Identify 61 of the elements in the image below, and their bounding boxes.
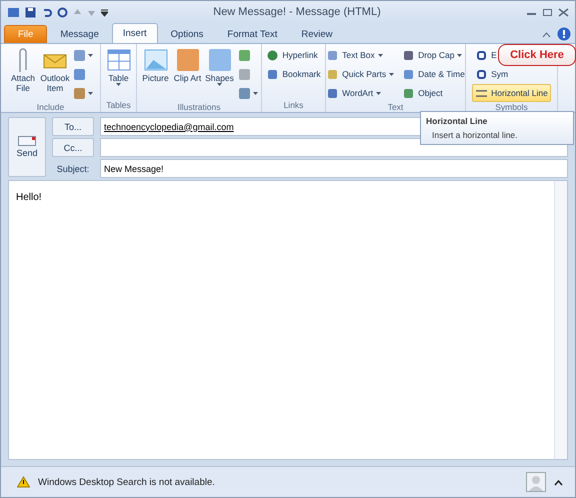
ribbon-tab[interactable]: Message: [49, 25, 110, 43]
group-label: Text: [388, 102, 404, 112]
ribbon-button[interactable]: Sym: [472, 65, 512, 83]
customize-icon[interactable]: [101, 8, 108, 16]
caret-icon: [88, 92, 93, 94]
scrollbar[interactable]: [554, 181, 567, 459]
ribbon-button[interactable]: Object: [399, 84, 446, 102]
ribbon-tab[interactable]: Format Text: [216, 25, 288, 43]
send-button[interactable]: Send: [8, 117, 46, 177]
caret-icon: [376, 92, 382, 94]
expand-icon[interactable]: [554, 478, 563, 486]
caret-icon: [252, 92, 258, 94]
close-icon[interactable]: [558, 8, 569, 16]
ribbon-button[interactable]: E: [472, 46, 500, 64]
field-label: Subject:: [56, 162, 90, 176]
ribbon-tab[interactable]: Review: [290, 25, 344, 43]
address-button[interactable]: Cc...: [52, 138, 94, 157]
group-label: Links: [284, 100, 304, 112]
warning-icon: [17, 476, 30, 488]
ribbon-button[interactable]: Hyperlink: [263, 46, 321, 64]
group-label: Tables: [106, 100, 131, 112]
caret-icon: [217, 83, 222, 86]
caret-icon: [116, 83, 121, 86]
tooltip-title: Horizontal Line: [426, 116, 488, 126]
envelope-icon: [18, 136, 36, 146]
picture-icon: [142, 47, 168, 73]
ribbon-button[interactable]: Quick Parts: [323, 65, 398, 83]
ribbon-button[interactable]: Picture: [140, 46, 170, 83]
ribbon-button[interactable]: Text Box: [323, 46, 386, 64]
message-text: Hello!: [15, 191, 43, 205]
ribbon-button[interactable]: Attach File: [8, 46, 38, 93]
ribbon-button[interactable]: Horizontal Line: [472, 84, 551, 102]
input-field[interactable]: New Message!: [100, 159, 568, 178]
restore-icon[interactable]: [542, 8, 553, 16]
group-label: Symbols: [495, 102, 528, 112]
ribbon-button[interactable]: Date & Time: [399, 65, 468, 83]
person-icon: [526, 472, 546, 492]
window-title: New Message! - Message (HTML): [212, 6, 382, 18]
ribbon-button[interactable]: Shapes: [204, 46, 234, 86]
paperclip-icon: [18, 47, 28, 73]
caret-icon: [88, 54, 93, 56]
minimize-ribbon-icon[interactable]: [542, 31, 551, 38]
group-label: Include: [36, 102, 64, 112]
ribbon-button[interactable]: Drop Cap: [399, 46, 466, 64]
ribbon-button[interactable]: Bookmark: [263, 65, 324, 83]
callout-label: Click Here: [498, 44, 576, 66]
ribbon-button[interactable]: Clip Art: [172, 46, 202, 83]
address-button[interactable]: To...: [52, 117, 94, 136]
ribbon-tab[interactable]: Insert: [112, 23, 158, 43]
caret-icon: [378, 54, 383, 56]
undo-icon[interactable]: [41, 6, 52, 18]
ribbon-button[interactable]: Table: [104, 46, 134, 86]
caret-icon: [457, 54, 462, 56]
group-label: Illustrations: [178, 102, 220, 112]
status-text: Windows Desktop Search is not available.: [38, 476, 216, 488]
ribbon-tab[interactable]: Options: [160, 25, 214, 43]
table-icon: [106, 47, 132, 73]
caret-icon: [389, 72, 394, 76]
ribbon-button[interactable]: WordArt: [323, 84, 384, 102]
save-icon[interactable]: [25, 6, 36, 18]
ribbon-button[interactable]: Outlook Item: [40, 46, 70, 93]
